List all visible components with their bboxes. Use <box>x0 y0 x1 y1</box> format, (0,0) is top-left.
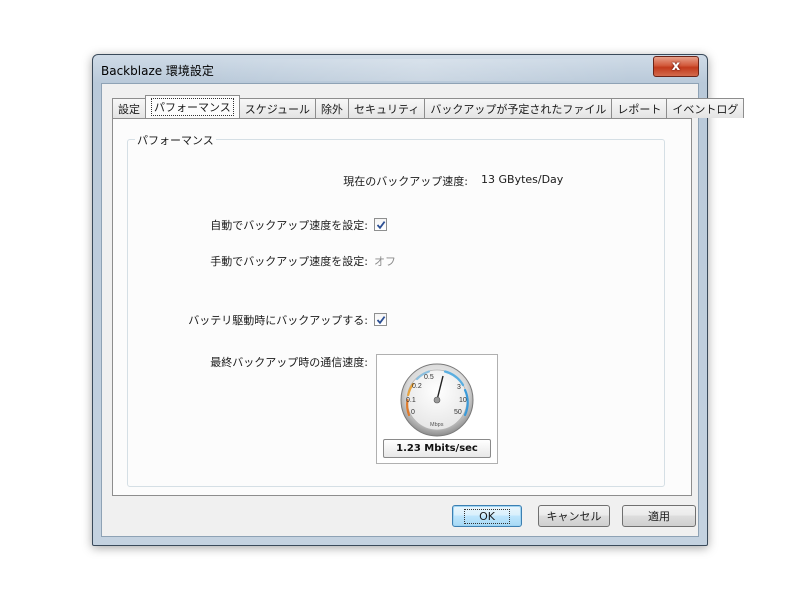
gauge-tick-0.5: 0.5 <box>424 374 434 381</box>
close-icon: x <box>671 59 681 74</box>
battery-label: バッテリ駆動時にバックアップする: <box>188 314 368 327</box>
performance-group: パフォーマンス 現在のバックアップ速度: 13 GBytes/Day 自動でバッ… <box>127 132 665 487</box>
gauge-hub <box>433 396 441 404</box>
checkmark-icon <box>376 315 385 324</box>
manual-speed-value[interactable]: オフ <box>374 253 396 269</box>
apply-button[interactable]: 適用 <box>622 505 696 527</box>
speedometer-icon: 0 0.1 0.2 0.5 3 10 50 Mbps <box>400 363 474 437</box>
auto-speed-checkbox[interactable] <box>374 218 387 231</box>
gauge-tick-10: 10 <box>459 397 467 404</box>
tab-reports[interactable]: レポート <box>611 98 668 118</box>
auto-speed-label: 自動でバックアップ速度を設定: <box>210 219 368 232</box>
window-title: Backblaze 環境設定 <box>101 64 214 78</box>
manual-speed-label: 手動でバックアップ速度を設定: <box>210 255 368 268</box>
tab-files-scheduled[interactable]: バックアップが予定されたファイル <box>424 98 613 118</box>
tab-schedule[interactable]: スケジュール <box>238 98 317 118</box>
group-title: パフォーマンス <box>135 132 216 148</box>
tab-exclusions[interactable]: 除外 <box>315 98 350 118</box>
tab-event-log[interactable]: イベントログ <box>666 98 745 118</box>
tab-settings[interactable]: 設定 <box>112 98 146 118</box>
gauge-tick-3: 3 <box>457 384 461 391</box>
ok-button[interactable]: OK <box>452 505 522 527</box>
checkmark-icon <box>376 220 385 229</box>
tab-bar: 設定 パフォーマンス スケジュール 除外 セキュリティ バックアップが予定された… <box>112 95 745 118</box>
close-button[interactable]: x <box>653 56 699 77</box>
gauge-unit: Mbps <box>430 422 444 428</box>
current-speed-value: 13 GBytes/Day <box>481 173 564 186</box>
cancel-button[interactable]: キャンセル <box>538 505 610 527</box>
title-bar[interactable]: Backblaze 環境設定 x <box>93 55 707 83</box>
current-speed-label: 現在のバックアップ速度: <box>343 175 468 188</box>
battery-checkbox[interactable] <box>374 313 387 326</box>
tab-performance[interactable]: パフォーマンス <box>145 95 240 118</box>
tab-security[interactable]: セキュリティ <box>348 98 426 118</box>
gauge-tick-0.1: 0.1 <box>406 397 416 404</box>
preferences-window: Backblaze 環境設定 x 設定 パフォーマンス スケジュール 除外 セキ… <box>92 54 745 546</box>
gauge-tick-0.2: 0.2 <box>412 383 422 390</box>
tab-panel-performance: パフォーマンス 現在のバックアップ速度: 13 GBytes/Day 自動でバッ… <box>112 118 692 496</box>
gauge-tick-50: 50 <box>454 409 462 416</box>
speed-readout: 1.23 Mbits/sec <box>383 439 491 458</box>
last-speed-label: 最終バックアップ時の通信速度: <box>210 356 368 369</box>
dialog-client: 設定 パフォーマンス スケジュール 除外 セキュリティ バックアップが予定された… <box>101 83 745 537</box>
speed-gauge: 0 0.1 0.2 0.5 3 10 50 Mbps 1.23 Mbits/se… <box>376 354 498 464</box>
gauge-tick-0: 0 <box>411 409 415 416</box>
